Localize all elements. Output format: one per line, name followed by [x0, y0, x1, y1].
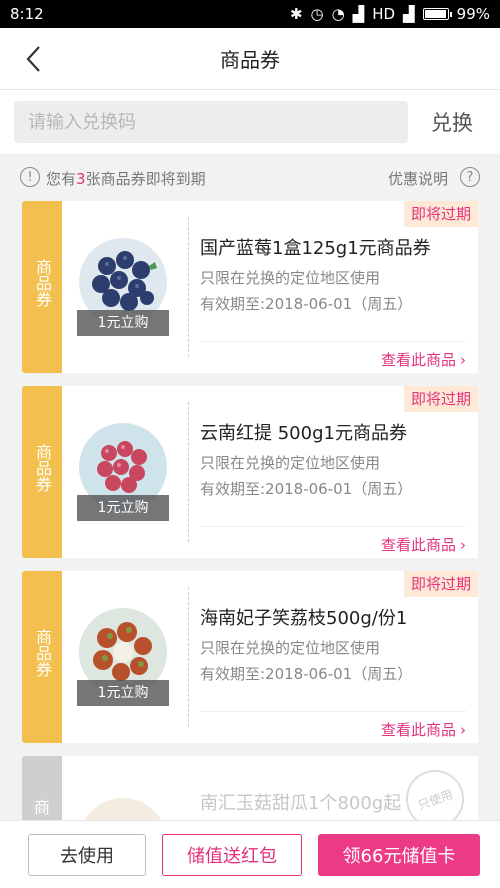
- coupon-type-label: 商品券: [33, 444, 52, 492]
- view-product-link[interactable]: 查看此商品 ›: [381, 719, 466, 740]
- coupon-scope: 只限在兑换的定位地区使用: [200, 269, 381, 287]
- topup-gift-button[interactable]: 储值送红包: [162, 834, 302, 876]
- discount-explain-link[interactable]: 优惠说明: [388, 168, 448, 189]
- signal-icon-2: ▟: [403, 5, 415, 23]
- question-icon[interactable]: ?: [460, 167, 480, 187]
- coupon-type-label: 商品券: [33, 629, 52, 677]
- coupon-expiry: 有效期至:2018-06-01（周五）: [200, 295, 413, 313]
- coupon-side: 商品券: [22, 571, 66, 743]
- expiring-tag: 即将过期: [404, 571, 478, 597]
- bluetooth-icon: ✱: [289, 5, 303, 23]
- buy-for-1-label: 1元立购: [77, 310, 169, 336]
- expiry-notice: ! 您有3张商品券即将到期 优惠说明 ?: [0, 160, 500, 196]
- coupon-expiry: 有效期至:2018-06-01（周五）: [200, 665, 413, 683]
- view-product-link[interactable]: 查看此商品 ›: [381, 534, 466, 555]
- coupon-body: 1元立购 即将过期 云南红提 500g1元商品券 只限在兑换的定位地区使用 有效…: [62, 386, 478, 558]
- coupon-name: 南汇玉菇甜瓜1个800g起: [200, 793, 402, 814]
- coupon-name: 国产蓝莓1盒125g1元商品券: [200, 238, 431, 259]
- coupon-name: 海南妃子笑荔枝500g/份1: [200, 608, 408, 629]
- buy-for-1-label: 1元立购: [77, 495, 169, 521]
- redeem-button[interactable]: 兑换: [420, 101, 484, 143]
- wifi-icon: ◔: [331, 5, 345, 23]
- claim-card-button[interactable]: 领66元储值卡: [318, 834, 480, 876]
- battery-icon: [422, 8, 452, 20]
- coupon-scope: 只限在兑换的定位地区使用: [200, 454, 381, 472]
- exclamation-icon: !: [20, 167, 40, 187]
- expiring-count: 3: [76, 170, 86, 188]
- status-bar: 8:12 ✱ ◷ ◔ ▟ HD ▟ 99%: [0, 0, 500, 28]
- chevron-right-icon: ›: [460, 350, 466, 369]
- coupon-side: 商品券: [22, 201, 66, 373]
- nav-bar: 商品券: [0, 28, 500, 90]
- coupon-card[interactable]: 商品券 1元立购 即将过期 云南红提 500g1元商品券 只限在兑换的定位地区使…: [22, 386, 478, 558]
- coupon-type-label: 商品券: [33, 259, 52, 307]
- page-title: 商品券: [220, 48, 280, 72]
- coupon-type-label: 商: [33, 798, 50, 817]
- coupon-name: 云南红提 500g1元商品券: [200, 423, 407, 444]
- network-type: HD: [372, 5, 396, 23]
- coupon-card[interactable]: 商品券 1元立购 即将过期 国产蓝莓1盒125g1元商品券 只限在兑换的定位地区…: [22, 201, 478, 373]
- coupon-expiry: 有效期至:2018-06-01（周五）: [200, 480, 413, 498]
- alarm-icon: ◷: [310, 5, 324, 23]
- use-button[interactable]: 去使用: [28, 834, 146, 876]
- chevron-right-icon: ›: [460, 535, 466, 554]
- view-product-link[interactable]: 查看此商品 ›: [381, 349, 466, 370]
- battery-percent: 99%: [456, 5, 490, 23]
- chevron-right-icon: ›: [460, 720, 466, 739]
- expiring-tag: 即将过期: [404, 386, 478, 412]
- product-image: 1元立购: [77, 421, 169, 521]
- chevron-left-icon: [26, 46, 40, 72]
- product-image: 1元立购: [77, 606, 169, 706]
- back-button[interactable]: [18, 42, 48, 76]
- coupon-side: 商品券: [22, 386, 66, 558]
- footer-bar: 去使用 储值送红包 领66元储值卡: [0, 820, 500, 888]
- buy-for-1-label: 1元立购: [77, 680, 169, 706]
- coupon-card[interactable]: 商品券 1元立购 即将过期 海南妃子笑荔枝500g/份1 只限在兑换的定位地区使…: [22, 571, 478, 743]
- expiring-tag: 即将过期: [404, 201, 478, 227]
- coupon-body: 1元立购 即将过期 国产蓝莓1盒125g1元商品券 只限在兑换的定位地区使用 有…: [62, 201, 478, 373]
- redeem-code-input[interactable]: [14, 101, 408, 143]
- status-icons: ✱ ◷ ◔ ▟ HD ▟ 99%: [290, 5, 490, 23]
- notice-text: 您有3张商品券即将到期: [46, 170, 206, 188]
- status-time: 8:12: [10, 5, 44, 23]
- product-image: 1元立购: [77, 236, 169, 336]
- coupon-scope: 只限在兑换的定位地区使用: [200, 639, 381, 657]
- redeem-bar: 兑换: [0, 90, 500, 154]
- signal-icon: ▟: [352, 5, 365, 23]
- coupon-body: 1元立购 即将过期 海南妃子笑荔枝500g/份1 只限在兑换的定位地区使用 有效…: [62, 571, 478, 743]
